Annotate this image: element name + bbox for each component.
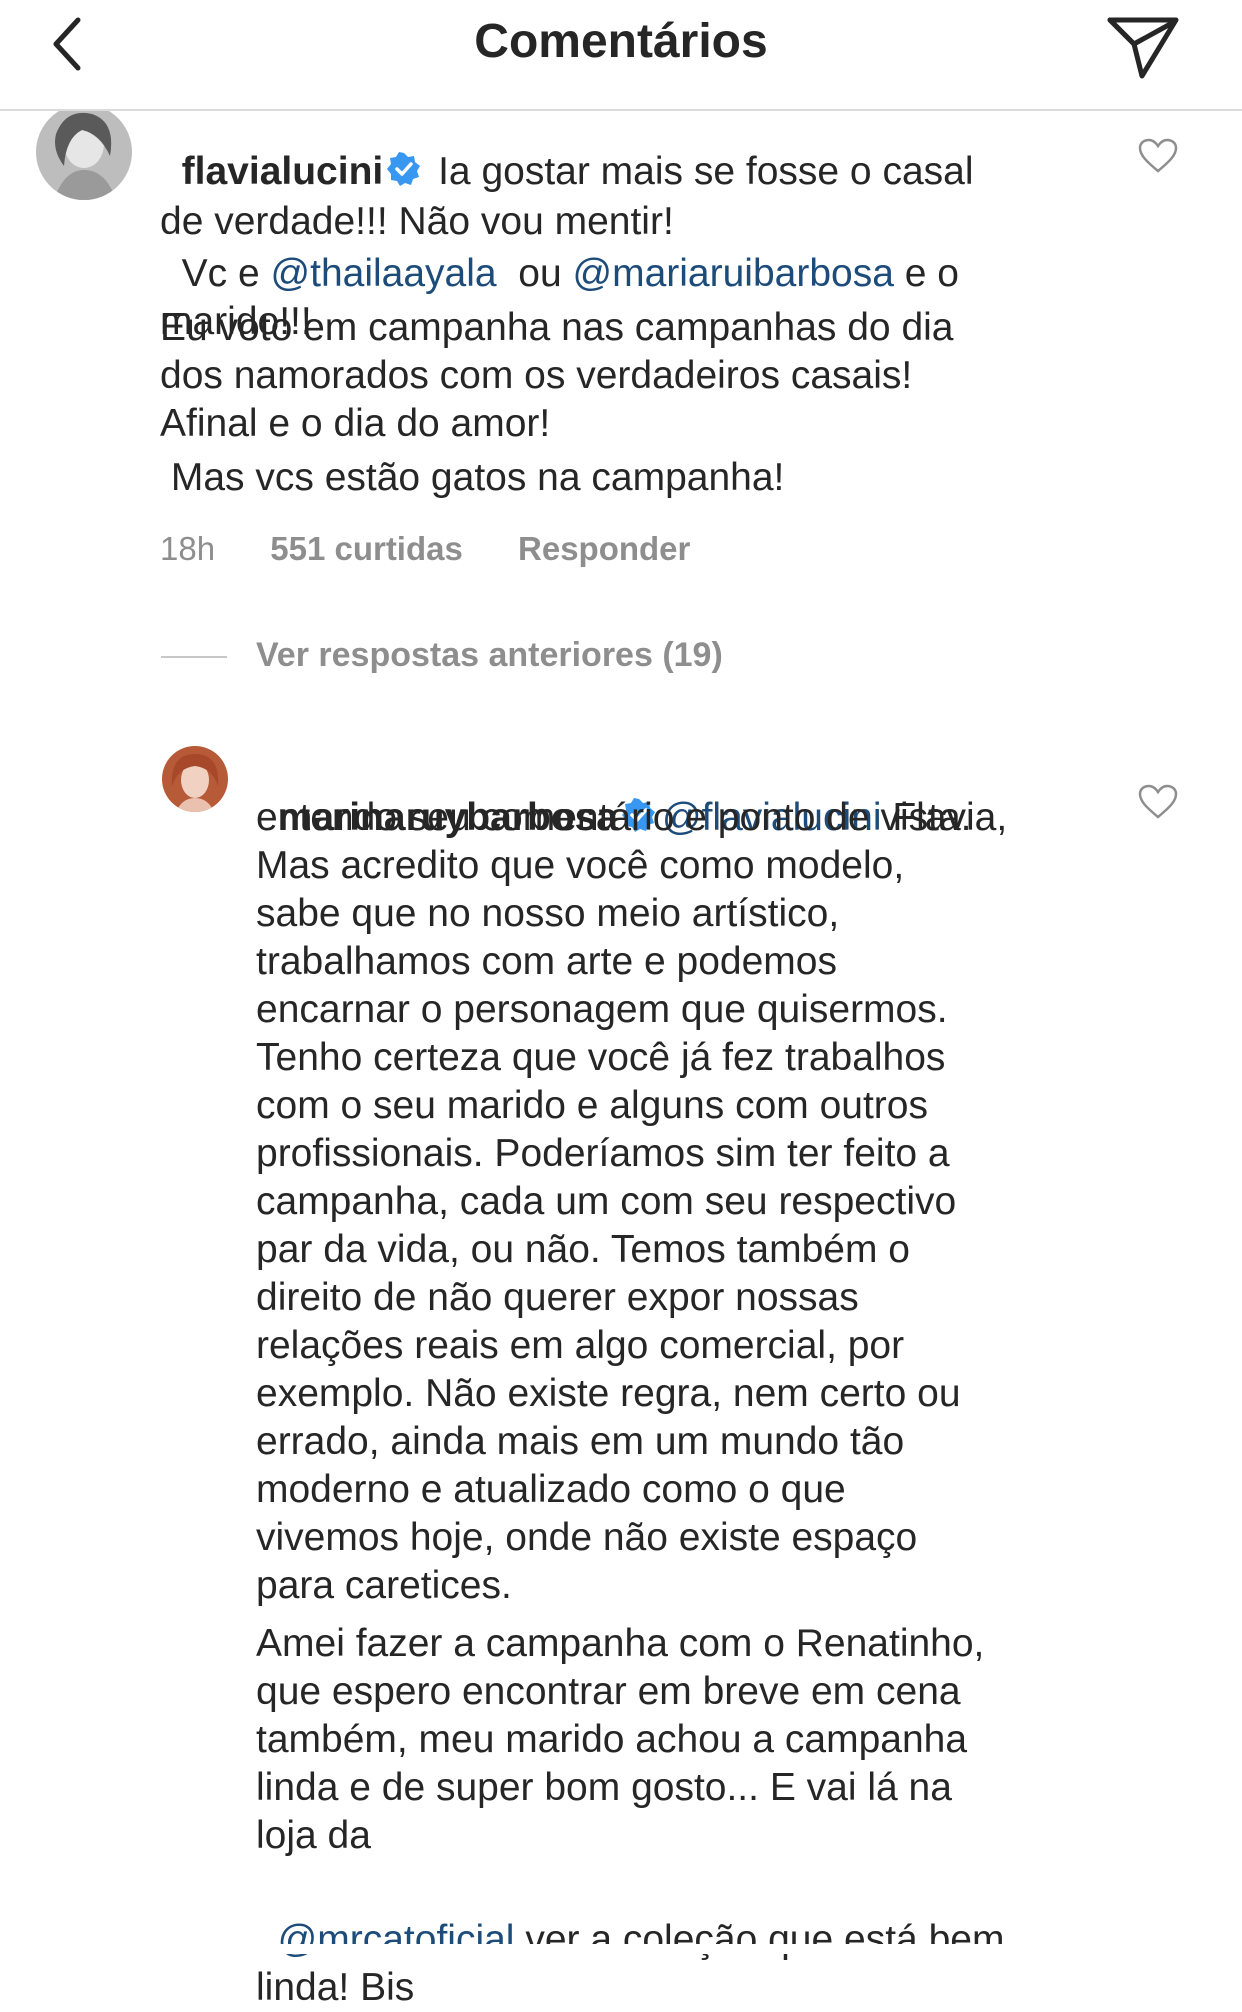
comment-text: Ia gostar mais se fosse o casal (427, 150, 974, 193)
heart-outline-icon (1138, 138, 1178, 173)
comment-paragraph: Mas vcs estão gatos na campanha! (160, 456, 785, 499)
reply-paragraph: entendo seu comentário e ponto de vista.… (256, 796, 972, 1607)
reply-button[interactable]: Responder (518, 530, 690, 567)
reply-text: linda! Bis (256, 1966, 415, 2009)
verified-badge-icon (387, 150, 421, 198)
likes-count[interactable]: 551 curtidas (270, 530, 463, 567)
reply-text-line: @mrcatoficial ver a coleção que está bem… (256, 1868, 1156, 2012)
comment-time: 18h (160, 530, 216, 567)
view-replies-button[interactable]: Ver respostas anteriores (19) (256, 636, 723, 675)
heart-outline-icon (1138, 784, 1178, 819)
like-button[interactable] (1138, 138, 1178, 174)
mention-link[interactable]: @mariaruibarbosa (573, 252, 894, 295)
mention-link[interactable]: @thailaayala (271, 252, 497, 295)
avatar[interactable] (36, 104, 132, 200)
mention-link[interactable]: @mrcatoficial (278, 1918, 515, 1961)
send-direct-icon (1107, 17, 1179, 79)
reply-text: ver a coleção que está bem (514, 1918, 1005, 1961)
page-title: Comentários (474, 15, 768, 68)
comment-paragraph: Eu voto em campanha nas campanhas do dia… (160, 306, 954, 445)
reply-paragraph: Amei fazer a campanha com o Renatinho, q… (256, 1622, 985, 1857)
replies-divider (161, 656, 227, 658)
comment-username[interactable]: flavialucini (182, 150, 384, 193)
share-button[interactable] (1104, 10, 1182, 82)
header-bar: Comentários (0, 0, 1242, 111)
comment-meta: 18h 551 curtidas Responder (160, 530, 690, 568)
bottom-edge (0, 1944, 1242, 1954)
comment-text: ou (496, 252, 573, 295)
comment-text: Vc e (181, 252, 271, 295)
like-button[interactable] (1138, 784, 1178, 820)
avatar[interactable] (162, 746, 228, 812)
comment-text: e o (893, 252, 959, 295)
